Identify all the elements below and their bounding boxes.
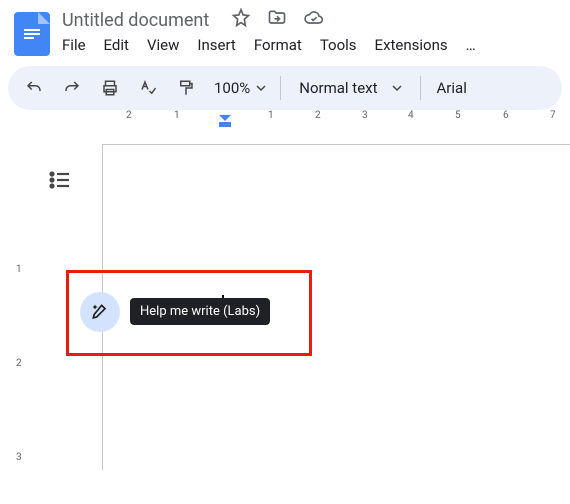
- tooltip: Help me write (Labs): [130, 298, 270, 325]
- magic-pencil-icon: [90, 302, 110, 322]
- menu-insert[interactable]: Insert: [197, 36, 235, 54]
- ruler-num: 2: [315, 110, 321, 121]
- separator: [420, 76, 421, 100]
- menu-view[interactable]: View: [147, 36, 179, 54]
- indent-marker[interactable]: [218, 114, 232, 128]
- print-button[interactable]: [96, 74, 124, 102]
- spellcheck-button[interactable]: [134, 74, 162, 102]
- ruler-num: 2: [16, 358, 22, 369]
- chevron-down-icon: [256, 83, 266, 93]
- separator: [280, 76, 281, 100]
- style-value: Normal text: [299, 79, 377, 97]
- vertical-ruler[interactable]: 1 2 3: [14, 146, 32, 470]
- redo-button[interactable]: [58, 74, 86, 102]
- ruler-num: 5: [455, 110, 461, 121]
- ruler-num: 3: [362, 110, 368, 121]
- ruler-num: 7: [550, 110, 556, 121]
- menu-more[interactable]: …: [466, 36, 476, 54]
- star-icon[interactable]: [231, 8, 251, 32]
- menu-edit[interactable]: Edit: [104, 36, 129, 54]
- cloud-done-icon[interactable]: [303, 8, 325, 32]
- undo-button[interactable]: [20, 74, 48, 102]
- toolbar: 100% Normal text Arial: [8, 66, 562, 110]
- ruler-num: 4: [408, 110, 414, 121]
- chevron-down-icon: [392, 83, 402, 93]
- menu-file[interactable]: File: [62, 36, 86, 54]
- ruler-num: 2: [126, 110, 132, 121]
- ruler-num: 1: [174, 110, 180, 121]
- ruler-num: 1: [268, 110, 274, 121]
- paint-format-button[interactable]: [172, 74, 200, 102]
- docs-logo[interactable]: [14, 12, 50, 56]
- paragraph-style-select[interactable]: Normal text: [291, 79, 409, 97]
- ruler-num: 3: [16, 452, 22, 463]
- zoom-value: 100%: [214, 79, 250, 97]
- document-title[interactable]: Untitled document: [62, 10, 209, 31]
- menubar: File Edit View Insert Format Tools Exten…: [62, 36, 556, 54]
- horizontal-ruler[interactable]: 2 1 1 2 3 4 5 6 7: [14, 110, 570, 128]
- document-outline-button[interactable]: [48, 168, 72, 192]
- folder-move-icon[interactable]: [267, 8, 287, 32]
- help-me-write-button[interactable]: [80, 292, 120, 332]
- zoom-select[interactable]: 100%: [210, 79, 270, 97]
- menu-format[interactable]: Format: [254, 36, 302, 54]
- ruler-num: 6: [503, 110, 509, 121]
- menu-extensions[interactable]: Extensions: [375, 36, 448, 54]
- font-select[interactable]: Arial: [431, 79, 473, 97]
- ruler-num: 1: [16, 264, 22, 275]
- menu-tools[interactable]: Tools: [320, 36, 357, 54]
